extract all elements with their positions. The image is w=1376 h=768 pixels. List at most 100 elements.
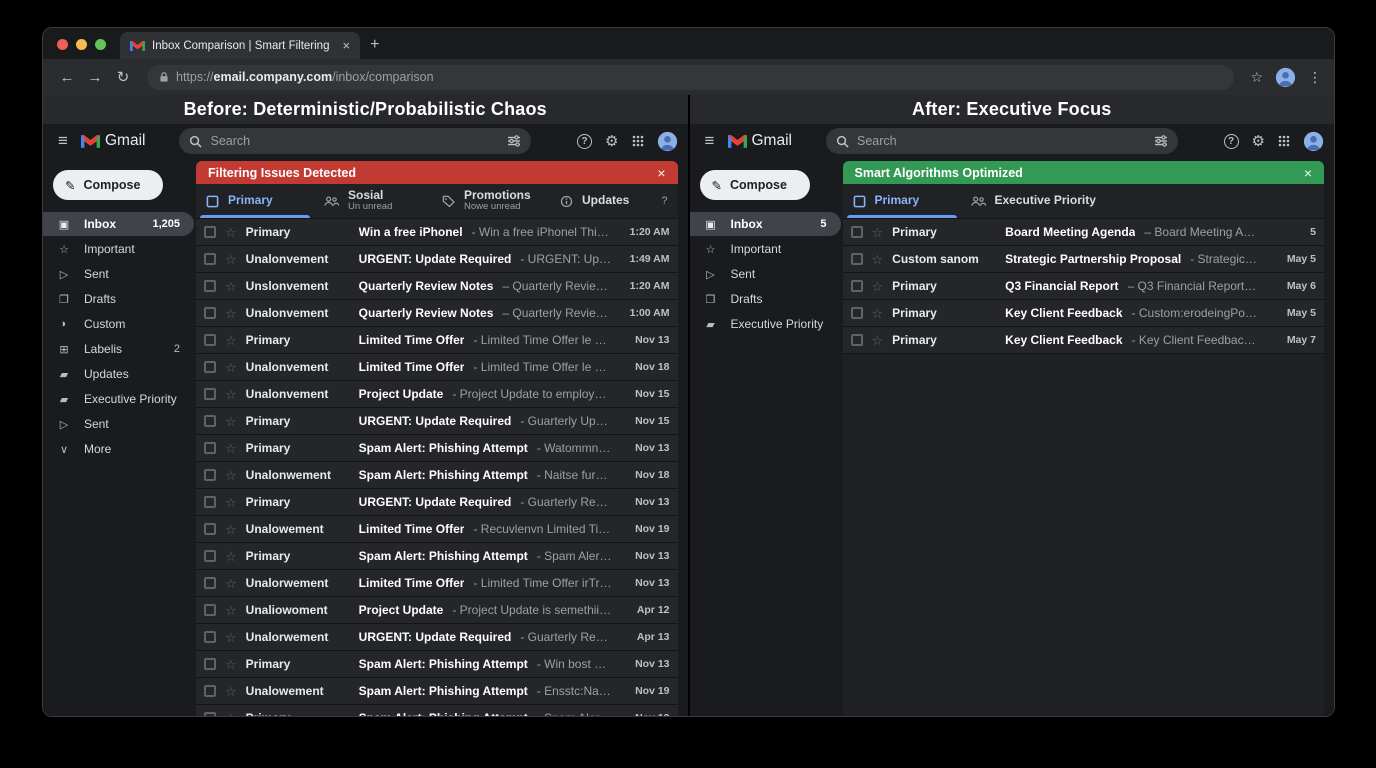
sidebar-item-sent[interactable]: ▷ Sent — [690, 262, 841, 286]
star-icon[interactable]: ☆ — [225, 334, 237, 347]
browser-menu-icon[interactable]: ⋮ — [1308, 69, 1322, 86]
email-row[interactable]: ☆ Primary Spam Alert: Phishing Attempt -… — [196, 435, 678, 462]
mail-tab-promotions[interactable]: Promotions Nowe unread — [432, 184, 550, 218]
mail-tab-executive-priority[interactable]: Executive Priority — [961, 184, 1106, 218]
star-icon[interactable]: ☆ — [872, 334, 884, 347]
sidebar-item-sent[interactable]: ▷ Sent — [43, 412, 194, 436]
search-options-icon[interactable] — [1154, 135, 1168, 147]
search-options-icon[interactable] — [507, 135, 521, 147]
settings-gear-icon[interactable]: ⚙ — [605, 132, 618, 150]
star-icon[interactable]: ☆ — [225, 712, 237, 717]
close-window-button[interactable] — [57, 39, 68, 50]
email-row[interactable]: ☆ Unaliowoment Project Update - Project … — [196, 597, 678, 624]
email-checkbox[interactable] — [204, 253, 216, 265]
sidebar-item-inbox[interactable]: ▣ Inbox 1,205 — [43, 212, 194, 236]
email-checkbox[interactable] — [204, 712, 216, 716]
email-row[interactable]: ☆ Primary Spam Alert: Phishing Attempt -… — [196, 651, 678, 678]
email-row[interactable]: ☆ Unalonvement Limited Time Offer - Limi… — [196, 354, 678, 381]
email-checkbox[interactable] — [204, 334, 216, 346]
star-icon[interactable]: ☆ — [225, 604, 237, 617]
compose-button[interactable]: ✎ Compose — [53, 170, 163, 200]
mail-tab-updates[interactable]: Updates — [550, 184, 668, 218]
minimize-window-button[interactable] — [76, 39, 87, 50]
compose-button[interactable]: ✎ Compose — [700, 170, 810, 200]
sidebar-item-drafts[interactable]: ❐ Drafts — [690, 287, 841, 311]
hamburger-menu-icon[interactable]: ≡ — [53, 131, 73, 151]
email-checkbox[interactable] — [851, 253, 863, 265]
star-icon[interactable]: ☆ — [225, 280, 237, 293]
email-checkbox[interactable] — [204, 685, 216, 697]
star-icon[interactable]: ☆ — [225, 658, 237, 671]
email-checkbox[interactable] — [204, 523, 216, 535]
star-icon[interactable]: ☆ — [872, 253, 884, 266]
email-checkbox[interactable] — [851, 334, 863, 346]
email-row[interactable]: ☆ Unalowement Spam Alert: Phishing Attem… — [196, 678, 678, 705]
bookmark-star-icon[interactable]: ☆ — [1250, 70, 1263, 84]
email-row[interactable]: ☆ Unalonvement Quarterly Review Notes – … — [196, 300, 678, 327]
sidebar-item-custom[interactable]: ◗ Custom — [43, 312, 194, 336]
search-input[interactable]: Search — [179, 128, 531, 154]
email-checkbox[interactable] — [204, 307, 216, 319]
email-checkbox[interactable] — [851, 307, 863, 319]
sidebar-item-labelis[interactable]: ⊞ Labelis 2 — [43, 337, 194, 361]
star-icon[interactable]: ☆ — [225, 415, 237, 428]
email-checkbox[interactable] — [204, 280, 216, 292]
sidebar-item-sent[interactable]: ▷ Sent — [43, 262, 194, 286]
address-bar[interactable]: https://email.company.com/inbox/comparis… — [147, 65, 1234, 90]
email-row[interactable]: ☆ Primary Limited Time Offer - Limited T… — [196, 327, 678, 354]
email-row[interactable]: ☆ Primary URGENT: Update Required - Guar… — [196, 489, 678, 516]
new-tab-button[interactable]: + — [360, 36, 393, 59]
email-checkbox[interactable] — [204, 415, 216, 427]
sidebar-item-important[interactable]: ☆ Important — [43, 237, 194, 261]
star-icon[interactable]: ☆ — [225, 577, 237, 590]
star-icon[interactable]: ☆ — [225, 226, 237, 239]
mail-tab-sosial[interactable]: Sosial Un unread — [314, 184, 432, 218]
account-avatar[interactable] — [1303, 131, 1324, 152]
email-row[interactable]: ☆ Primary Key Client Feedback - Custom:e… — [843, 300, 1325, 327]
maximize-window-button[interactable] — [95, 39, 106, 50]
email-checkbox[interactable] — [851, 280, 863, 292]
hamburger-menu-icon[interactable]: ≡ — [700, 131, 720, 151]
search-input[interactable]: Search — [826, 128, 1178, 154]
email-row[interactable]: ☆ Primary Win a free iPhonel - Win a fre… — [196, 219, 678, 246]
star-icon[interactable]: ☆ — [225, 685, 237, 698]
star-icon[interactable]: ☆ — [225, 388, 237, 401]
star-icon[interactable]: ☆ — [225, 523, 237, 536]
star-icon[interactable]: ☆ — [872, 280, 884, 293]
help-icon[interactable]: ? — [1224, 134, 1239, 149]
email-checkbox[interactable] — [204, 361, 216, 373]
settings-gear-icon[interactable]: ⚙ — [1252, 132, 1265, 150]
profile-avatar[interactable] — [1275, 67, 1296, 88]
sidebar-item-executive-priority[interactable]: ▰ Executive Priority — [690, 312, 841, 336]
sidebar-item-important[interactable]: ☆ Important — [690, 237, 841, 261]
mail-tab-primary[interactable]: Primary — [196, 184, 314, 218]
email-row[interactable]: ☆ Unslonvement Quarterly Review Notes – … — [196, 273, 678, 300]
email-checkbox[interactable] — [204, 496, 216, 508]
back-icon[interactable]: ← — [55, 69, 79, 86]
email-row[interactable]: ☆ Unalorwement URGENT: Update Required -… — [196, 624, 678, 651]
star-icon[interactable]: ☆ — [225, 442, 237, 455]
email-checkbox[interactable] — [204, 442, 216, 454]
email-checkbox[interactable] — [204, 550, 216, 562]
email-checkbox[interactable] — [204, 658, 216, 670]
email-checkbox[interactable] — [851, 226, 863, 238]
email-row[interactable]: ☆ Primary Q3 Financial Report – Q3 Finan… — [843, 273, 1325, 300]
email-checkbox[interactable] — [204, 226, 216, 238]
star-icon[interactable]: ☆ — [225, 361, 237, 374]
sidebar-item-updates[interactable]: ▰ Updates — [43, 362, 194, 386]
forward-icon[interactable]: → — [83, 69, 107, 86]
banner-close-icon[interactable]: × — [657, 165, 665, 181]
email-row[interactable]: ☆ Unalonvement URGENT: Update Required -… — [196, 246, 678, 273]
star-icon[interactable]: ☆ — [225, 469, 237, 482]
star-icon[interactable]: ☆ — [225, 550, 237, 563]
email-row[interactable]: ☆ Custom sanom Strategic Partnership Pro… — [843, 246, 1325, 273]
email-row[interactable]: ☆ Primary Spam Alert: Phishing Attempt -… — [196, 543, 678, 570]
email-row[interactable]: ☆ Unalorwement Limited Time Offer - Limi… — [196, 570, 678, 597]
star-icon[interactable]: ☆ — [225, 631, 237, 644]
email-row[interactable]: ☆ Primary Board Meeting Agenda – Board M… — [843, 219, 1325, 246]
apps-grid-icon[interactable] — [632, 135, 644, 147]
email-checkbox[interactable] — [204, 631, 216, 643]
banner-close-icon[interactable]: × — [1304, 165, 1312, 181]
star-icon[interactable]: ☆ — [872, 226, 884, 239]
star-icon[interactable]: ☆ — [225, 496, 237, 509]
